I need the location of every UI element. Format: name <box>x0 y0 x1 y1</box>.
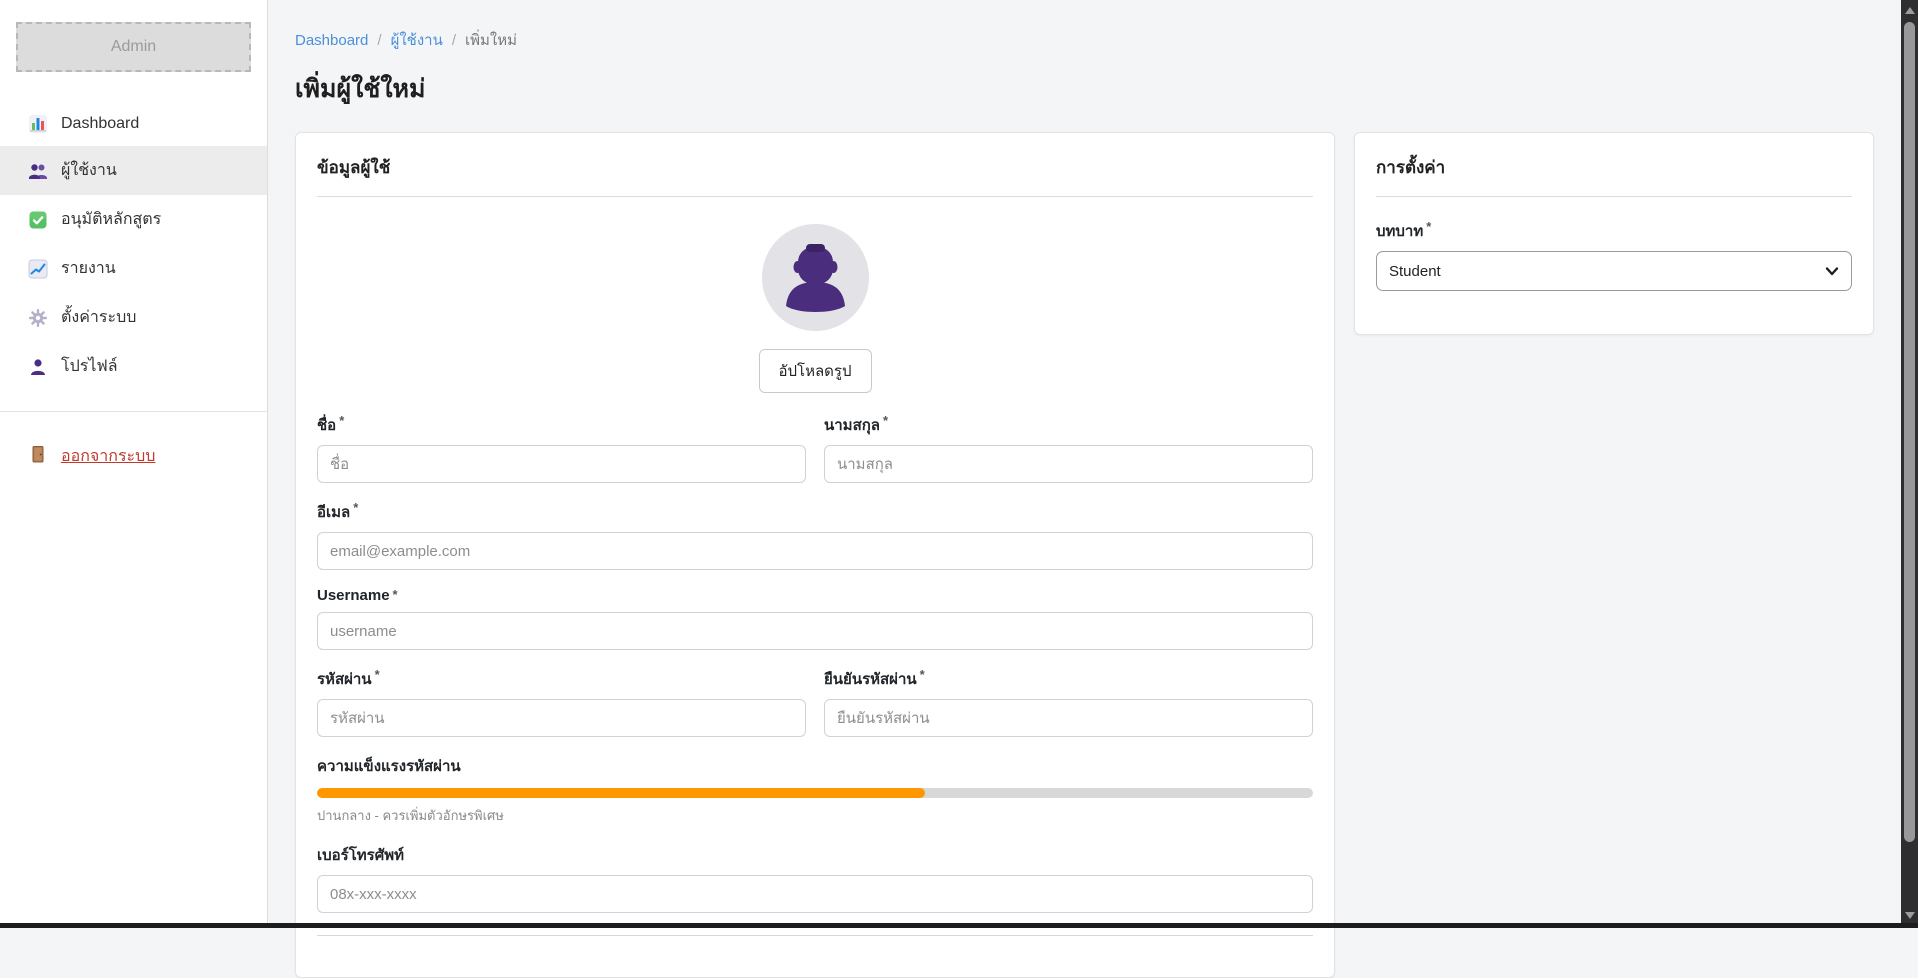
sidebar: Admin Dashboard ผู้ใช้งาน อนุมัติหลักสูต… <box>0 0 268 923</box>
scroll-up-icon[interactable] <box>1901 2 1918 19</box>
phone-input[interactable] <box>317 875 1313 913</box>
last-name-label: นามสกุล* <box>824 413 1313 437</box>
sidebar-item-label: ผู้ใช้งาน <box>61 158 117 183</box>
password-label: รหัสผ่าน* <box>317 667 806 691</box>
sidebar-item-dashboard[interactable]: Dashboard <box>0 102 267 146</box>
sidebar-item-users[interactable]: ผู้ใช้งาน <box>0 146 267 195</box>
breadcrumb-link-dashboard[interactable]: Dashboard <box>295 32 368 49</box>
role-label: บทบาท* <box>1376 219 1852 243</box>
sidebar-item-label: Dashboard <box>61 115 139 133</box>
sidebar-item-label: ตั้งค่าระบบ <box>61 305 136 330</box>
email-input[interactable] <box>317 532 1313 570</box>
scrollbar-thumb[interactable] <box>1904 22 1915 842</box>
breadcrumb-separator: / <box>377 32 381 49</box>
password-input[interactable] <box>317 699 806 737</box>
sidebar-item-label: อนุมัติหลักสูตร <box>61 207 161 232</box>
avatar <box>762 224 869 331</box>
required-marker: * <box>1426 219 1431 234</box>
settings-icon <box>28 308 48 328</box>
sidebar-item-course-approval[interactable]: อนุมัติหลักสูตร <box>0 195 267 244</box>
required-marker: * <box>353 500 358 515</box>
scroll-down-icon[interactable] <box>1901 907 1918 924</box>
breadcrumb-separator: / <box>452 32 456 49</box>
confirm-password-input[interactable] <box>824 699 1313 737</box>
sidebar-item-profile[interactable]: โปรไฟล์ <box>0 342 267 391</box>
password-strength-label: ความแข็งแรงรหัสผ่าน <box>317 754 1313 778</box>
required-marker: * <box>883 413 888 428</box>
confirm-password-label: ยืนยันรหัสผ่าน* <box>824 667 1313 691</box>
sidebar-item-label: โปรไฟล์ <box>61 354 118 379</box>
logout-door-icon <box>28 444 48 469</box>
card-divider <box>1376 196 1852 197</box>
settings-card-title: การตั้งค่า <box>1376 154 1852 181</box>
logout-label: ออกจากระบบ <box>61 444 155 469</box>
sidebar-item-label: รายงาน <box>61 256 116 281</box>
sidebar-item-reports[interactable]: รายงาน <box>0 244 267 293</box>
sidebar-divider <box>0 411 267 412</box>
first-name-label: ชื่อ* <box>317 413 806 437</box>
user-info-card: ข้อมูลผู้ใช้ อัปโหลดรูป <box>295 132 1335 978</box>
breadcrumb-link-users[interactable]: ผู้ใช้งาน <box>391 28 443 52</box>
sidebar-menu: Dashboard ผู้ใช้งาน อนุมัติหลักสูตร รายง… <box>0 102 267 391</box>
password-strength: ความแข็งแรงรหัสผ่าน ปานกลาง - ควรเพิ่มตั… <box>317 754 1313 826</box>
required-marker: * <box>920 667 925 682</box>
card-divider <box>317 196 1313 197</box>
brand-logo: Admin <box>16 22 251 72</box>
page-title: เพิ่มผู้ใช้ใหม่ <box>295 69 1901 109</box>
upload-photo-button[interactable]: อัปโหลดรูป <box>759 349 872 393</box>
brand-label: Admin <box>111 38 156 56</box>
required-marker: * <box>375 667 380 682</box>
main-content: Dashboard / ผู้ใช้งาน / เพิ่มใหม่ เพิ่มผ… <box>269 0 1901 923</box>
avatar-person-icon <box>762 224 869 331</box>
window-bottom-edge <box>0 923 1918 928</box>
user-info-card-title: ข้อมูลผู้ใช้ <box>317 154 1313 181</box>
password-strength-caption: ปานกลาง - ควรเพิ่มตัวอักษรพิเศษ <box>317 805 1313 826</box>
scrollbar[interactable] <box>1901 0 1918 928</box>
last-name-input[interactable] <box>824 445 1313 483</box>
sidebar-item-system-settings[interactable]: ตั้งค่าระบบ <box>0 293 267 342</box>
first-name-input[interactable] <box>317 445 806 483</box>
required-marker: * <box>393 587 398 602</box>
profile-icon <box>28 357 48 377</box>
breadcrumb: Dashboard / ผู้ใช้งาน / เพิ่มใหม่ <box>295 28 1901 52</box>
settings-card: การตั้งค่า บทบาท* Student <box>1354 132 1874 335</box>
password-strength-fill <box>317 788 925 798</box>
password-strength-track <box>317 788 1313 798</box>
logout-button[interactable]: ออกจากระบบ <box>0 432 267 481</box>
reports-icon <box>28 259 48 279</box>
breadcrumb-current: เพิ่มใหม่ <box>465 28 517 52</box>
email-label: อีเมล* <box>317 500 1313 524</box>
username-input[interactable] <box>317 612 1313 650</box>
approve-icon <box>28 210 48 230</box>
required-marker: * <box>339 413 344 428</box>
role-select[interactable]: Student <box>1376 251 1852 291</box>
users-icon <box>28 161 48 181</box>
username-label: Username* <box>317 587 1313 604</box>
phone-label: เบอร์โทรศัพท์ <box>317 843 1313 867</box>
card-footer <box>317 936 1313 956</box>
dashboard-icon <box>28 114 48 134</box>
